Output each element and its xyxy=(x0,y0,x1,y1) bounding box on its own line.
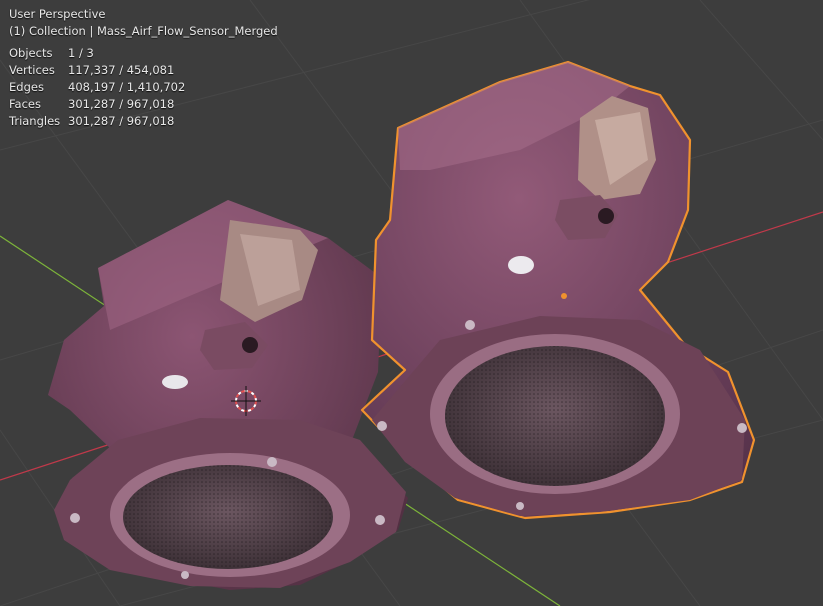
stat-label: Faces xyxy=(9,97,41,111)
stat-row-faces: Faces 301,287 / 967,018 xyxy=(9,96,185,113)
viewport-info-overlay: User Perspective (1) Collection | Mass_A… xyxy=(9,6,278,130)
scene-statistics: Objects 1 / 3 Vertices 117,337 / 454,081… xyxy=(9,45,185,130)
stat-value: 408,197 / 1,410,702 xyxy=(68,80,186,94)
stat-row-vertices: Vertices 117,337 / 454,081 xyxy=(9,62,185,79)
stat-label: Vertices xyxy=(9,63,55,77)
stat-row-objects: Objects 1 / 3 xyxy=(9,45,185,62)
sensor-mesh-left[interactable] xyxy=(48,200,408,590)
stat-label: Objects xyxy=(9,46,53,60)
collection-label: (1) Collection | Mass_Airf_Flow_Sensor_M… xyxy=(9,24,278,38)
stat-label: Edges xyxy=(9,80,44,94)
stat-row-edges: Edges 408,197 / 1,410,702 xyxy=(9,79,185,96)
stat-value: 301,287 / 967,018 xyxy=(68,114,175,128)
stat-value: 117,337 / 454,081 xyxy=(68,63,175,77)
3d-viewport[interactable]: User Perspective (1) Collection | Mass_A… xyxy=(0,0,823,606)
stat-row-triangles: Triangles 301,287 / 967,018 xyxy=(9,113,185,130)
stat-value: 301,287 / 967,018 xyxy=(68,97,175,111)
sensor-mesh-right-selected[interactable] xyxy=(360,60,756,520)
view-label: User Perspective xyxy=(9,7,106,21)
stat-label: Triangles xyxy=(9,114,61,128)
stat-value: 1 / 3 xyxy=(68,46,94,60)
